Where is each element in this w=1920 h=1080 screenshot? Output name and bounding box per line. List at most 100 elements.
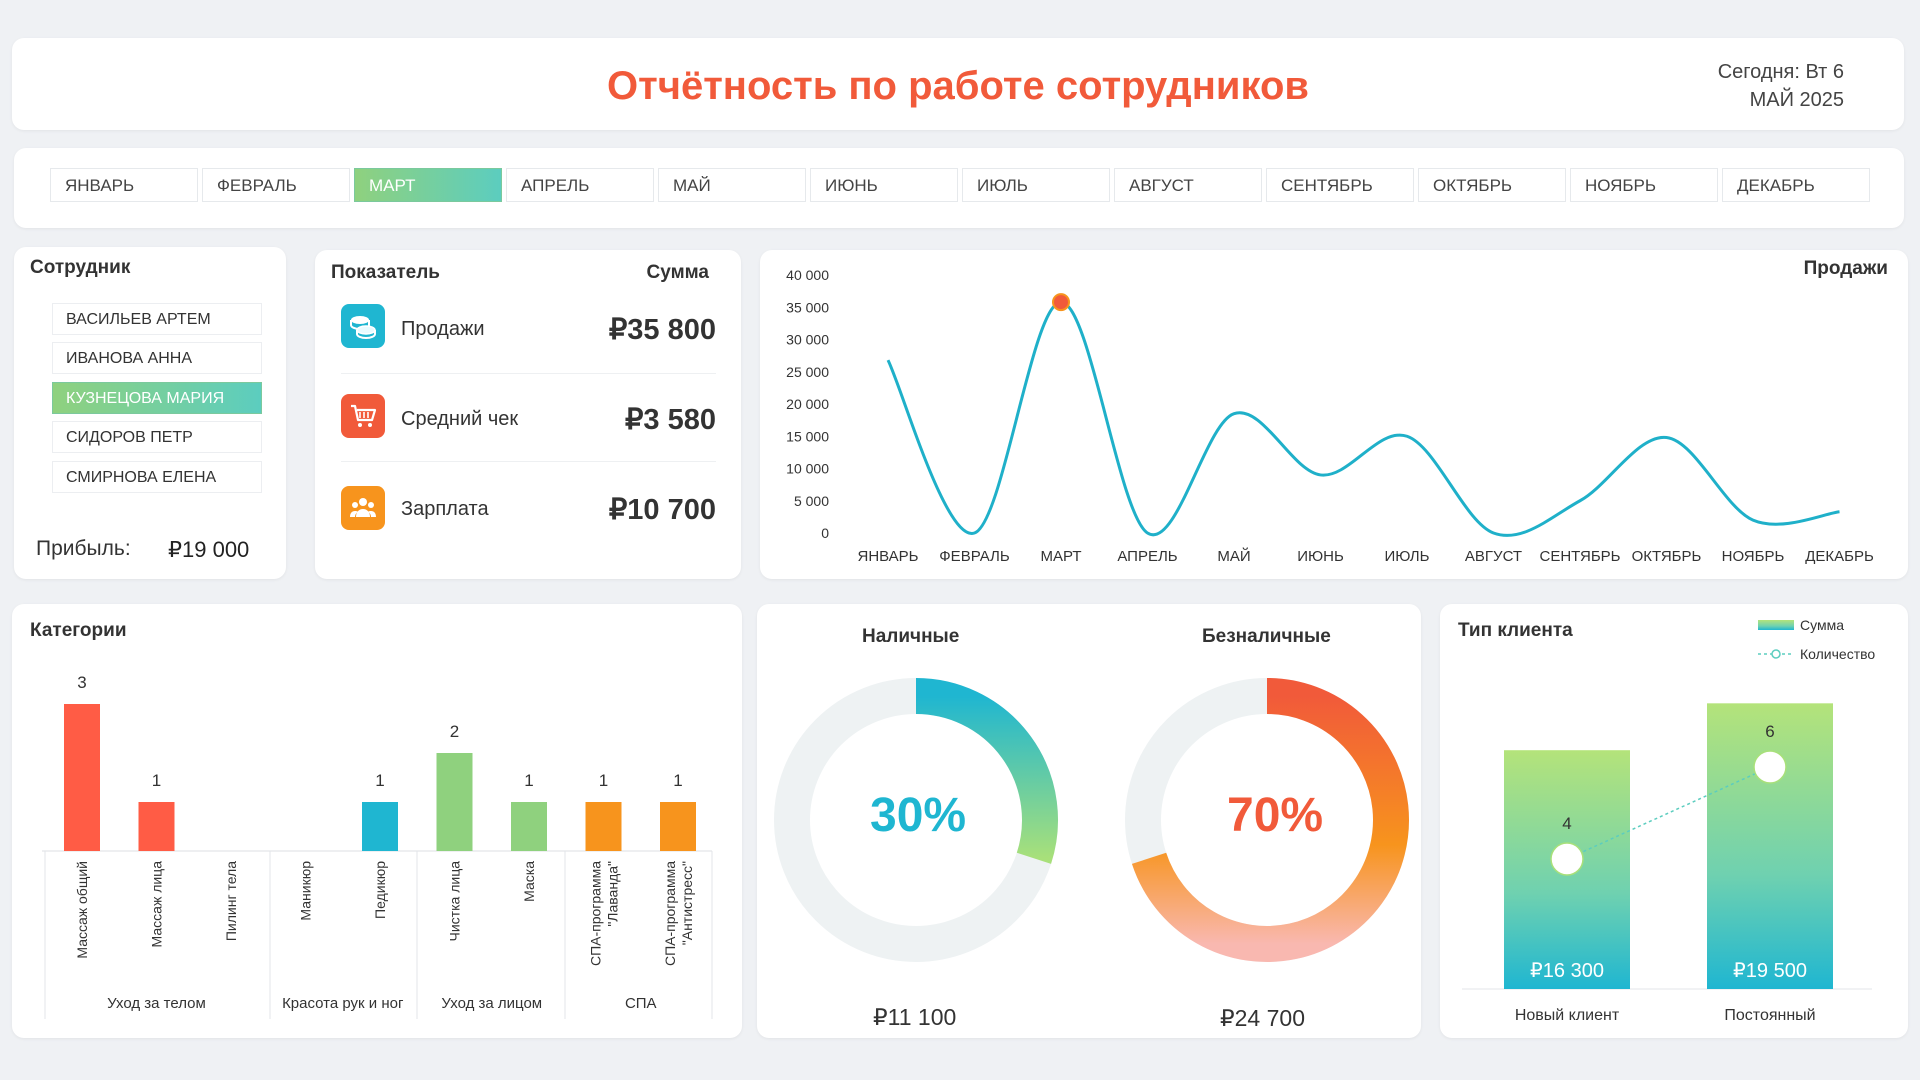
category-tick-text: Массаж лица <box>149 861 165 948</box>
cash-percent: 30% <box>870 789 967 842</box>
category-tick-text: "Антистресс" <box>679 861 695 945</box>
legend-sum-label: Сумма <box>1800 617 1844 633</box>
employee-item[interactable]: СИДОРОВ ПЕТР <box>52 421 262 453</box>
category-tick-label: Массаж лица <box>149 861 165 948</box>
legend-count-marker <box>1771 649 1781 659</box>
bar-value-label: 1 <box>524 771 533 790</box>
today-weekday: Сегодня: Вт 6 <box>1717 61 1844 83</box>
header-panel: Отчётность по работе сотрудников Сегодня… <box>12 38 1904 130</box>
category-tick-text: СПА-программа <box>588 861 604 966</box>
today-date: Сегодня: Вт 6 МАЙ 2025 <box>1718 58 1844 114</box>
client-count-marker <box>1753 750 1787 784</box>
bar-value-label: 1 <box>599 771 608 790</box>
highlight-point <box>1052 293 1070 312</box>
client-type-chart: Тип клиента Сумма Количество ₽16 300 Новый к… <box>1458 617 1875 1024</box>
category-tick-label: Маникюр <box>298 861 314 921</box>
x-tick-label: МАРТ <box>1041 548 1082 565</box>
category-tick-text: Маникюр <box>298 861 314 921</box>
x-tick-label: СЕНТЯБРЬ <box>1539 548 1620 565</box>
x-tick-label: ИЮНЬ <box>1297 548 1344 565</box>
cash-sum: ₽11 100 <box>873 1004 957 1030</box>
employee-panel: Сотрудник ВАСИЛЬЕВ АРТЕМ ИВАНОВА АННА КУ… <box>14 247 286 579</box>
category-group-label: Красота рук и ног <box>282 995 404 1012</box>
employee-item[interactable]: СМИРНОВА ЕЛЕНА <box>52 461 262 493</box>
category-tick-label: СПА-программа "Лаванда" <box>588 861 621 966</box>
employee-item-selected[interactable]: КУЗНЕЦОВА МАРИЯ <box>52 382 262 414</box>
indicator-label: Средний чек <box>401 408 519 430</box>
month-button-august[interactable]: АВГУСТ <box>1114 168 1262 202</box>
month-button-july[interactable]: ИЮЛЬ <box>962 168 1110 202</box>
categories-chart-title: Категории <box>30 620 127 641</box>
x-tick-label: ДЕКАБРЬ <box>1805 548 1874 565</box>
category-bar <box>138 802 175 851</box>
client-count-marker <box>1550 842 1584 876</box>
indicator-value: ₽3 580 <box>624 404 716 436</box>
sum-column-header: Сумма <box>646 262 709 283</box>
indicator-column-header: Показатель <box>331 262 440 283</box>
month-button-june[interactable]: ИЮНЬ <box>810 168 958 202</box>
indicator-value: ₽10 700 <box>608 494 716 526</box>
month-button-october[interactable]: ОКТЯБРЬ <box>1418 168 1566 202</box>
profit-label: Прибыль: <box>36 537 131 560</box>
category-tick-text: Чистка лица <box>447 861 463 942</box>
month-selector: ЯНВАРЬ ФЕВРАЛЬ МАРТ АПРЕЛЬ МАЙ ИЮНЬ ИЮЛЬ… <box>14 148 1904 228</box>
month-button-november[interactable]: НОЯБРЬ <box>1570 168 1718 202</box>
profit-value: ₽19 000 <box>168 537 250 562</box>
bar-value-label: 1 <box>673 771 682 790</box>
y-tick-label: 0 <box>821 525 829 541</box>
x-tick-label: ОКТЯБРЬ <box>1632 548 1702 565</box>
team-icon <box>341 486 385 530</box>
category-bar <box>436 753 473 851</box>
client-category-label: Новый клиент <box>1515 1007 1620 1024</box>
y-tick-label: 15 000 <box>786 428 829 444</box>
category-tick-text: Массаж общий <box>74 861 90 959</box>
payment-panel: Наличные Безналичные 30% 70% ₽11 100 ₽24… <box>757 604 1421 1038</box>
bar-value-label: 2 <box>450 722 459 741</box>
category-bar <box>511 802 547 851</box>
client-count-label: 6 <box>1765 722 1774 741</box>
employee-item[interactable]: ИВАНОВА АННА <box>52 342 262 374</box>
category-tick-label: Пилинг тела <box>223 861 239 941</box>
category-tick-label: СПА-программа "Антистресс" <box>662 861 695 966</box>
bar-value-label: 1 <box>152 771 161 790</box>
indicator-value: ₽35 800 <box>608 314 716 346</box>
bar-value-label: 3 <box>77 673 86 692</box>
category-tick-text: Педикюр <box>372 861 388 919</box>
category-tick-text: Пилинг тела <box>223 861 239 941</box>
month-button-march[interactable]: МАРТ <box>354 168 502 202</box>
x-tick-label: АВГУСТ <box>1465 548 1522 565</box>
month-button-september[interactable]: СЕНТЯБРЬ <box>1266 168 1414 202</box>
legend-sum-swatch <box>1758 620 1794 630</box>
y-tick-label: 20 000 <box>786 396 829 412</box>
month-button-january[interactable]: ЯНВАРЬ <box>50 168 198 202</box>
client-sum-bar <box>1707 703 1833 989</box>
client-count-label: 4 <box>1562 814 1571 833</box>
month-button-december[interactable]: ДЕКАБРЬ <box>1722 168 1870 202</box>
client-sum-label: ₽19 500 <box>1733 960 1807 982</box>
sales-series-line <box>886 300 1840 537</box>
month-button-may[interactable]: МАЙ <box>658 168 806 202</box>
y-tick-label: 30 000 <box>786 332 829 348</box>
indicator-row-salary: Зарплата ₽10 700 <box>341 472 716 552</box>
indicator-label: Зарплата <box>401 498 489 520</box>
cashless-sum: ₽24 700 <box>1220 1005 1305 1031</box>
category-tick-label: Массаж общий <box>74 861 90 959</box>
cashless-percent: 70% <box>1227 789 1324 842</box>
month-button-april[interactable]: АПРЕЛЬ <box>506 168 654 202</box>
sales-chart-panel: Продажи 0 5 000 10 000 15 000 20 000 25 000 30 … <box>760 250 1908 579</box>
indicator-row-sales: Продажи ₽35 800 <box>341 294 716 374</box>
category-tick-label: Чистка лица <box>447 861 463 942</box>
x-tick-label: МАЙ <box>1217 547 1250 565</box>
client-category-label: Постоянный <box>1724 1007 1815 1024</box>
x-tick-label: НОЯБРЬ <box>1722 548 1785 565</box>
employee-panel-title: Сотрудник <box>30 257 131 278</box>
employee-item[interactable]: ВАСИЛЬЕВ АРТЕМ <box>52 303 262 335</box>
y-tick-label: 35 000 <box>786 299 829 315</box>
month-button-february[interactable]: ФЕВРАЛЬ <box>202 168 350 202</box>
today-month-year: МАЙ 2025 <box>1749 89 1844 111</box>
indicator-row-average-check: Средний чек ₽3 580 <box>341 382 716 462</box>
indicators-panel: Показатель Сумма Продажи ₽35 800 Средний… <box>315 250 741 579</box>
category-tick-text: "Лаванда" <box>605 861 621 927</box>
y-tick-label: 25 000 <box>786 364 829 380</box>
page-title: Отчётность по работе сотрудников <box>607 64 1309 108</box>
